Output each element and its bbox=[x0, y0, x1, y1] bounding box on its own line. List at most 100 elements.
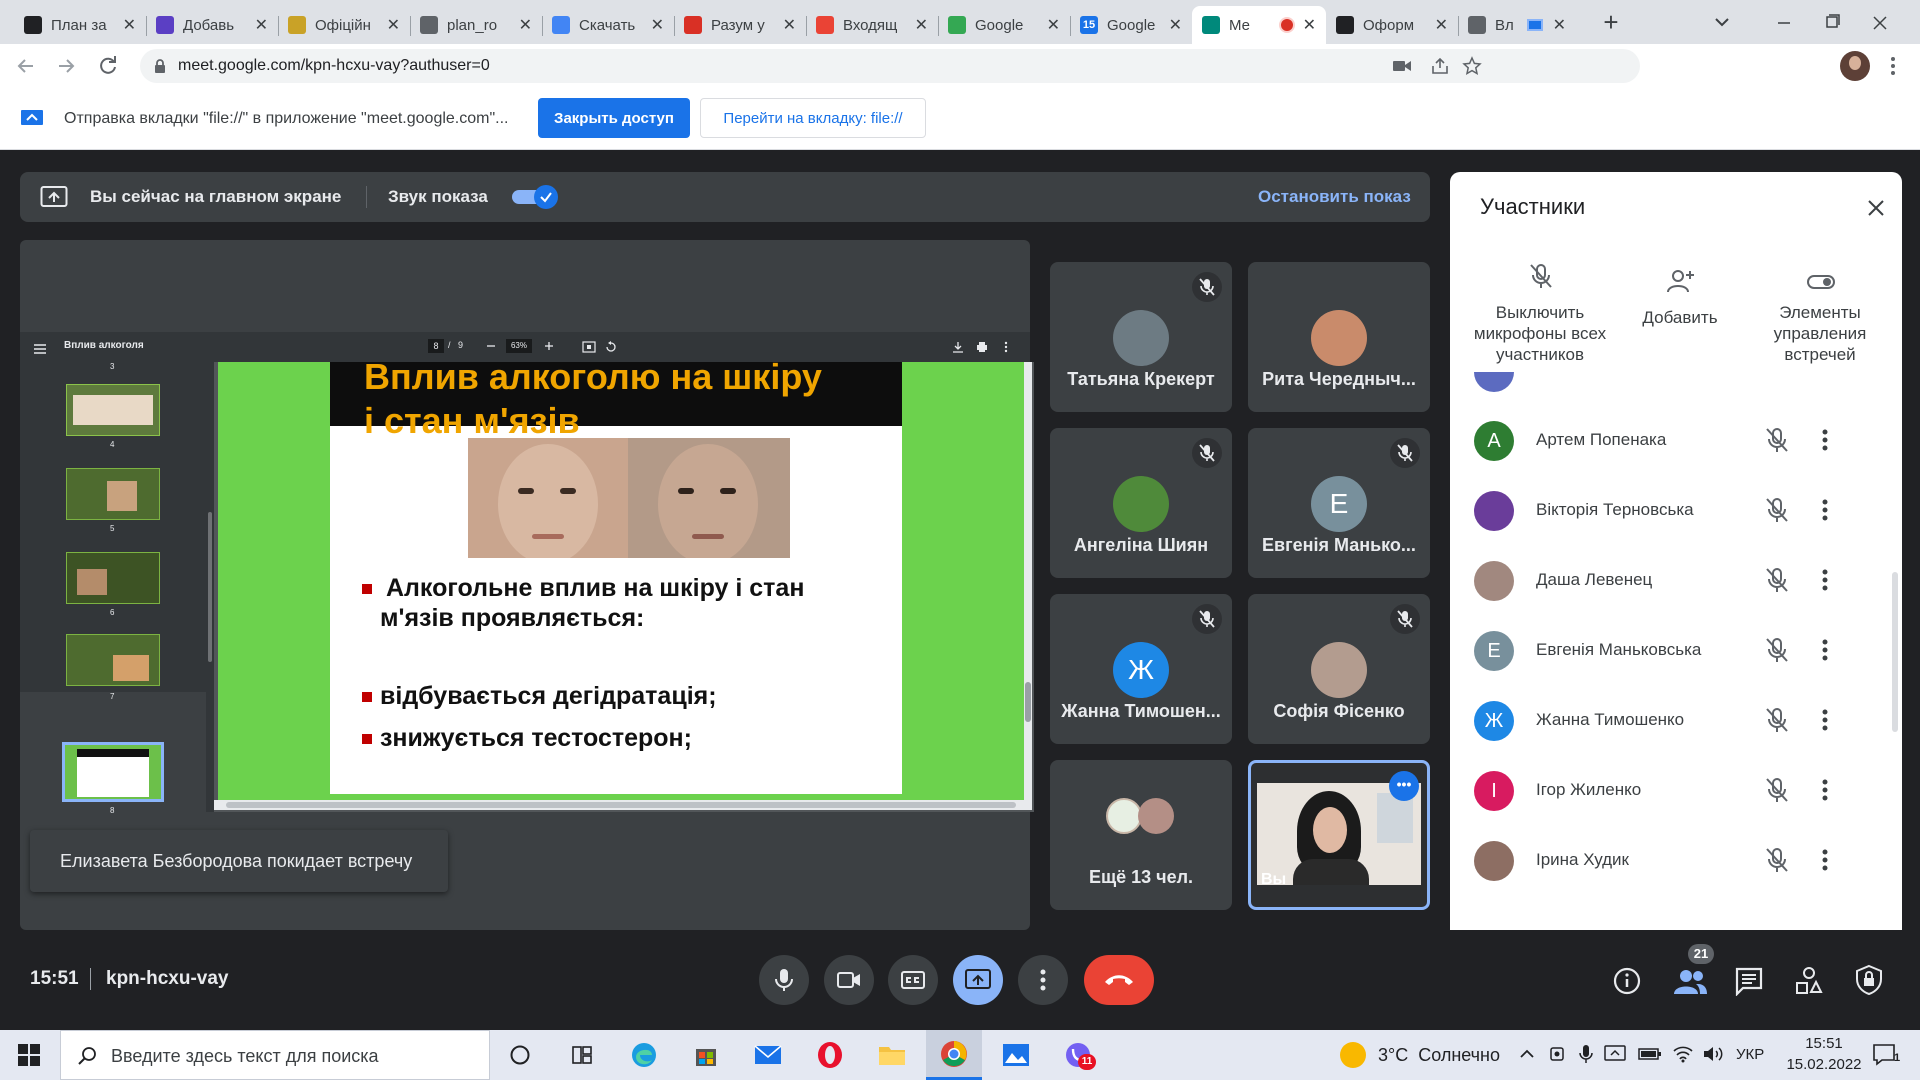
browser-tab[interactable]: 15 Google ✕ bbox=[1070, 6, 1192, 44]
forward-button[interactable] bbox=[54, 54, 78, 78]
opera-icon[interactable] bbox=[814, 1039, 846, 1071]
mic-off-icon[interactable] bbox=[1764, 426, 1790, 459]
close-tab-icon[interactable]: ✕ bbox=[1303, 15, 1316, 35]
close-tab-icon[interactable]: ✕ bbox=[387, 15, 400, 35]
participant-row[interactable]: І Ігор Жиленко bbox=[1450, 756, 1902, 826]
mic-off-icon[interactable] bbox=[1764, 496, 1790, 529]
tray-screen-share-icon[interactable] bbox=[1604, 1045, 1626, 1063]
url-text[interactable]: meet.google.com/kpn-hcxu-vay?authuser=0 bbox=[178, 57, 490, 75]
more-vert-icon[interactable] bbox=[1822, 846, 1828, 879]
browser-tab[interactable]: Входящ ✕ bbox=[806, 6, 938, 44]
weather-text[interactable]: 3°C Солнечно bbox=[1378, 1045, 1500, 1066]
maximize-window-button[interactable] bbox=[1808, 8, 1856, 38]
leave-call-button[interactable] bbox=[1084, 955, 1154, 1005]
microphone-button[interactable] bbox=[759, 955, 809, 1005]
close-tab-icon[interactable]: ✕ bbox=[915, 15, 928, 35]
browser-tab[interactable]: Google ✕ bbox=[938, 6, 1070, 44]
close-window-button[interactable] bbox=[1856, 8, 1904, 38]
mic-off-icon[interactable] bbox=[1764, 846, 1790, 879]
captions-button[interactable] bbox=[888, 955, 938, 1005]
browser-tab[interactable]: Скачать ✕ bbox=[542, 6, 674, 44]
close-tab-icon[interactable]: ✕ bbox=[1435, 15, 1448, 35]
participant-tile[interactable]: Рита Чередныч... bbox=[1248, 262, 1430, 412]
participant-tile[interactable]: ••• Вы bbox=[1248, 760, 1430, 910]
pdf-rotate-icon[interactable] bbox=[604, 340, 618, 354]
taskbar-search-box[interactable]: Введите здесь текст для поиска bbox=[60, 1030, 490, 1080]
edge-icon[interactable] bbox=[628, 1039, 660, 1071]
add-people-action[interactable]: Добавить bbox=[1610, 268, 1750, 368]
browser-tab[interactable]: Добавь ✕ bbox=[146, 6, 278, 44]
back-button[interactable] bbox=[14, 54, 38, 78]
close-tab-icon[interactable]: ✕ bbox=[519, 15, 532, 35]
participant-tile[interactable]: Татьяна Крекерт bbox=[1050, 262, 1232, 412]
host-controls-button[interactable] bbox=[1854, 964, 1884, 996]
task-view-icon[interactable] bbox=[566, 1039, 598, 1071]
pdf-download-icon[interactable] bbox=[952, 340, 964, 353]
tab-search-chevron-icon[interactable] bbox=[1712, 12, 1732, 32]
camera-button[interactable] bbox=[824, 955, 874, 1005]
meeting-controls-action[interactable]: Элементы управления встречей bbox=[1750, 272, 1890, 392]
participant-row[interactable]: Ірина Худик bbox=[1450, 826, 1902, 896]
browser-tab[interactable]: План за ✕ bbox=[14, 6, 146, 44]
close-panel-button[interactable] bbox=[1864, 196, 1888, 220]
lock-icon[interactable] bbox=[152, 58, 168, 74]
close-tab-icon[interactable]: ✕ bbox=[1553, 15, 1566, 35]
pdf-more-icon[interactable] bbox=[1004, 340, 1008, 353]
file-explorer-icon[interactable] bbox=[876, 1039, 908, 1071]
pdf-menu-icon[interactable] bbox=[34, 341, 46, 354]
pdf-zoom-value[interactable]: 63% bbox=[506, 339, 532, 353]
close-tab-icon[interactable]: ✕ bbox=[651, 15, 664, 35]
go-to-tab-button[interactable]: Перейти на вкладку: file:// bbox=[700, 98, 926, 138]
participant-row[interactable]: Е Евгенія Маньковська bbox=[1450, 616, 1902, 686]
participant-tile[interactable]: Софія Фісенко bbox=[1248, 594, 1430, 744]
close-tab-icon[interactable]: ✕ bbox=[783, 15, 796, 35]
pdf-page-current[interactable]: 8 bbox=[428, 339, 444, 353]
browser-tab[interactable]: Ме ✕ bbox=[1192, 6, 1326, 44]
more-options-button[interactable] bbox=[1018, 955, 1068, 1005]
participant-row[interactable]: А Артем Попенака bbox=[1450, 406, 1902, 476]
more-vert-icon[interactable] bbox=[1822, 636, 1828, 669]
browser-tab[interactable]: Оформ ✕ bbox=[1326, 6, 1458, 44]
tray-microphone-icon[interactable] bbox=[1578, 1044, 1594, 1064]
mic-off-icon[interactable] bbox=[1764, 636, 1790, 669]
volume-icon[interactable] bbox=[1702, 1045, 1724, 1063]
browser-tab[interactable]: Офіційн ✕ bbox=[278, 6, 410, 44]
participant-row[interactable]: Даша Левенец bbox=[1450, 546, 1902, 616]
bookmark-star-icon[interactable] bbox=[1462, 56, 1482, 76]
pdf-thumbnail[interactable] bbox=[66, 468, 160, 520]
pdf-thumbnail[interactable] bbox=[66, 634, 160, 686]
meeting-details-button[interactable] bbox=[1612, 966, 1642, 996]
taskbar-date[interactable]: 15.02.2022 bbox=[1782, 1056, 1866, 1073]
windows-start-button[interactable] bbox=[18, 1044, 40, 1066]
participant-tile[interactable]: Ещё 13 чел. bbox=[1050, 760, 1232, 910]
participant-tile[interactable]: Ж Жанна Тимошен... bbox=[1050, 594, 1232, 744]
browser-tab[interactable]: Вл ✕ bbox=[1458, 6, 1576, 44]
cortana-icon[interactable] bbox=[504, 1039, 536, 1071]
pdf-fit-page-icon[interactable] bbox=[582, 340, 596, 353]
camera-in-use-icon[interactable] bbox=[1392, 57, 1412, 75]
weather-icon[interactable] bbox=[1340, 1042, 1366, 1068]
pdf-print-icon[interactable] bbox=[976, 340, 988, 352]
pdf-thumbnail[interactable] bbox=[66, 552, 160, 604]
input-language[interactable]: УКР bbox=[1736, 1046, 1764, 1063]
more-vert-icon[interactable] bbox=[1822, 496, 1828, 529]
mic-off-icon[interactable] bbox=[1764, 706, 1790, 739]
chrome-taskbar-active[interactable] bbox=[926, 1030, 982, 1080]
show-hidden-icons-chevron-icon[interactable] bbox=[1518, 1045, 1536, 1063]
taskbar-time[interactable]: 15:51 bbox=[1794, 1035, 1854, 1052]
tile-more-options-icon[interactable]: ••• bbox=[1389, 771, 1419, 801]
present-button[interactable] bbox=[953, 955, 1003, 1005]
mic-off-icon[interactable] bbox=[1764, 566, 1790, 599]
more-vert-icon[interactable] bbox=[1822, 426, 1828, 459]
mic-off-icon[interactable] bbox=[1764, 776, 1790, 809]
more-vert-icon[interactable] bbox=[1822, 566, 1828, 599]
browser-tab[interactable]: Разум у ✕ bbox=[674, 6, 806, 44]
participant-row[interactable]: Вікторія Терновська bbox=[1450, 476, 1902, 546]
close-tab-icon[interactable]: ✕ bbox=[1169, 15, 1182, 35]
pdf-thumbnail[interactable] bbox=[66, 384, 160, 436]
profile-avatar[interactable] bbox=[1840, 51, 1870, 81]
panel-scrollbar[interactable] bbox=[1892, 572, 1898, 732]
activities-button[interactable] bbox=[1794, 966, 1824, 996]
photos-icon[interactable] bbox=[1000, 1039, 1032, 1071]
pdf-zoom-in-icon[interactable] bbox=[544, 339, 554, 353]
